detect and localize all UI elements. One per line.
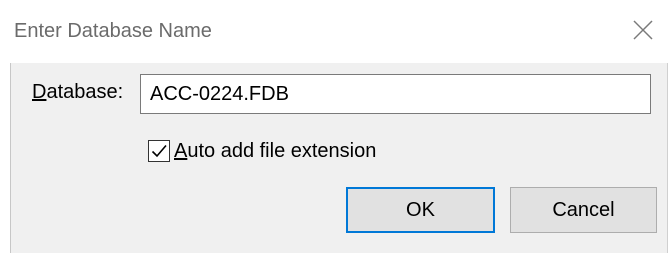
title-bar[interactable]: Enter Database Name — [0, 0, 668, 63]
database-label-mnemonic: D — [32, 81, 47, 103]
auto-add-extension-checkbox[interactable]: Auto add file extension — [148, 138, 376, 164]
database-input[interactable] — [140, 74, 651, 114]
ok-button[interactable]: OK — [346, 187, 495, 233]
close-button[interactable] — [628, 15, 658, 45]
checkbox-label: Auto add file extension — [174, 140, 376, 163]
database-label-text: atabase: — [46, 81, 124, 103]
database-label: Database: — [32, 81, 123, 104]
checkmark-icon — [151, 144, 167, 158]
ok-button-label: OK — [406, 198, 435, 221]
cancel-button[interactable]: Cancel — [510, 187, 657, 233]
checkbox-label-mnemonic: A — [174, 139, 188, 162]
checkbox-box[interactable] — [148, 140, 170, 162]
close-icon — [633, 20, 653, 40]
checkbox-label-text: uto add file extension — [187, 139, 377, 162]
dialog-window: Enter Database Name Database: Auto add f… — [0, 0, 668, 253]
dialog-title: Enter Database Name — [14, 20, 212, 42]
cancel-button-label: Cancel — [552, 198, 615, 221]
